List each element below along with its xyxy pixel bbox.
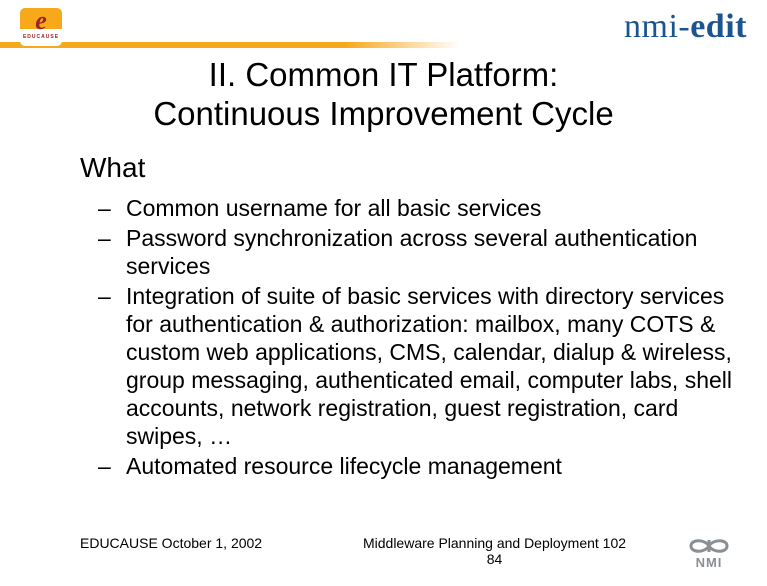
footer-slide-number: 84 xyxy=(487,551,503,567)
list-item: Password synchronization across several … xyxy=(108,224,747,280)
slide-footer: EDUCAUSE October 1, 2002 Middleware Plan… xyxy=(0,535,767,570)
slide-title: II. Common IT Platform: Continuous Impro… xyxy=(0,56,767,134)
section-heading: What xyxy=(80,152,747,184)
title-line-2: Continuous Improvement Cycle xyxy=(153,95,613,132)
list-item: Common username for all basic services xyxy=(108,194,747,222)
nmi-loop-icon xyxy=(687,535,731,557)
bullet-list: Common username for all basic services P… xyxy=(80,194,747,480)
educause-initial: e xyxy=(35,10,47,32)
nmi-footer-logo: NMI xyxy=(679,535,739,570)
educause-badge-icon: e EDUCAUSE xyxy=(20,8,62,46)
title-line-1: II. Common IT Platform: xyxy=(209,56,559,93)
footer-left-text: EDUCAUSE October 1, 2002 xyxy=(80,535,310,551)
educause-logo: e EDUCAUSE xyxy=(20,8,62,46)
slide-header: e EDUCAUSE nmi-edit xyxy=(0,0,767,46)
educause-label: EDUCAUSE xyxy=(23,34,59,40)
list-item: Integration of suite of basic services w… xyxy=(108,282,747,450)
footer-center-line1: Middleware Planning and Deployment 102 xyxy=(363,535,626,551)
nmi-prefix: nmi- xyxy=(624,8,690,45)
slide-content: What Common username for all basic servi… xyxy=(0,134,767,480)
footer-center-text: Middleware Planning and Deployment 102 8… xyxy=(310,535,679,567)
list-item: Automated resource lifecycle management xyxy=(108,452,747,480)
nmi-suffix: edit xyxy=(690,8,747,45)
nmi-edit-brand: nmi-edit xyxy=(624,8,747,46)
nmi-footer-label: NMI xyxy=(696,555,723,570)
